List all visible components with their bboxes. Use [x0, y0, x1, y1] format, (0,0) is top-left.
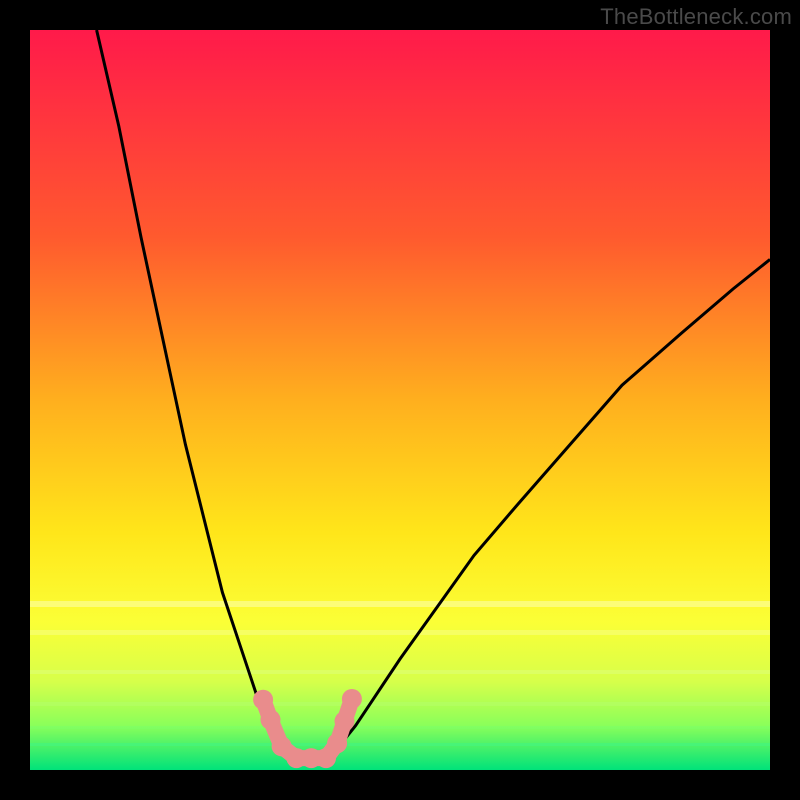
data-point	[335, 711, 355, 731]
data-point	[261, 710, 281, 730]
chart-svg	[30, 30, 770, 770]
plot-area	[30, 30, 770, 770]
data-point	[342, 689, 362, 709]
data-point	[253, 690, 273, 710]
chart-frame: TheBottleneck.com	[0, 0, 800, 800]
data-point	[327, 733, 347, 753]
watermark-text: TheBottleneck.com	[600, 4, 792, 30]
